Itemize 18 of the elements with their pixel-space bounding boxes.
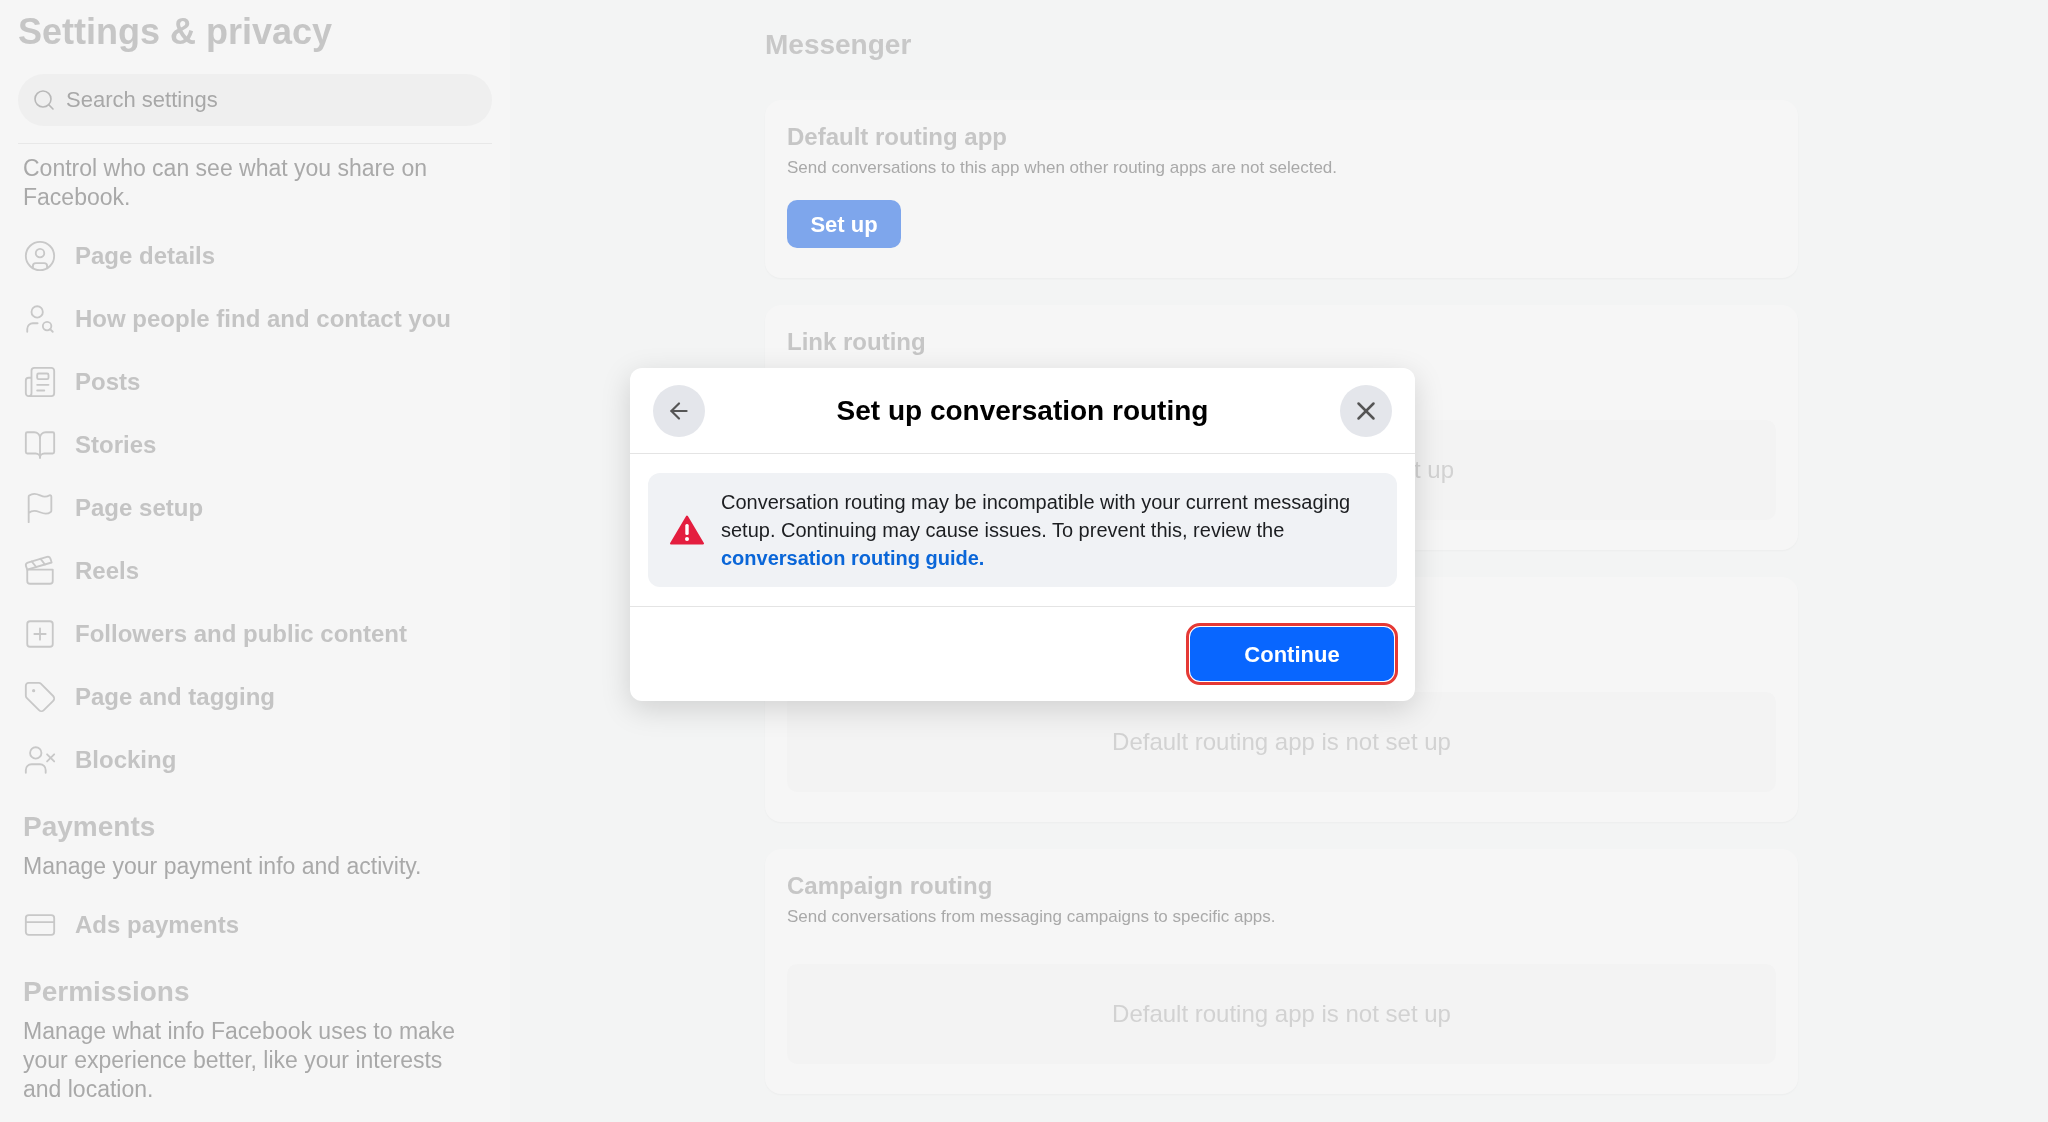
set-up-button[interactable]: Set up bbox=[787, 200, 901, 248]
card-description: Send conversations to this app when other routing apps are not selected. bbox=[787, 157, 1339, 179]
guide-link[interactable]: conversation routing guide. bbox=[721, 547, 985, 569]
search-field[interactable]: Search settings bbox=[18, 74, 492, 126]
close-button[interactable] bbox=[1340, 384, 1392, 437]
clapperboard-icon bbox=[23, 553, 57, 588]
tag-icon bbox=[23, 679, 57, 714]
dialog-title: Set up conversation routing bbox=[836, 393, 1209, 428]
warning-icon bbox=[670, 515, 704, 545]
section-description: Manage what info Facebook uses to make your experience better, like your interests and location. bbox=[22, 1017, 457, 1104]
newspaper-icon bbox=[23, 364, 57, 399]
person-circle-icon bbox=[23, 238, 57, 273]
card-description: Send conversations from messaging campaigns to specific apps. bbox=[787, 906, 1277, 928]
back-button[interactable] bbox=[653, 384, 705, 437]
warning-text: Conversation routing may be incompatible with your current messaging setup. Continuing may cause issues. To prevent this, review the conversation routing guide. bbox=[721, 490, 1352, 571]
section-description: Control who can see what you share on Facebook. bbox=[22, 154, 429, 212]
search-icon bbox=[32, 88, 56, 112]
section-description: Manage your payment info and activity. bbox=[22, 852, 423, 881]
